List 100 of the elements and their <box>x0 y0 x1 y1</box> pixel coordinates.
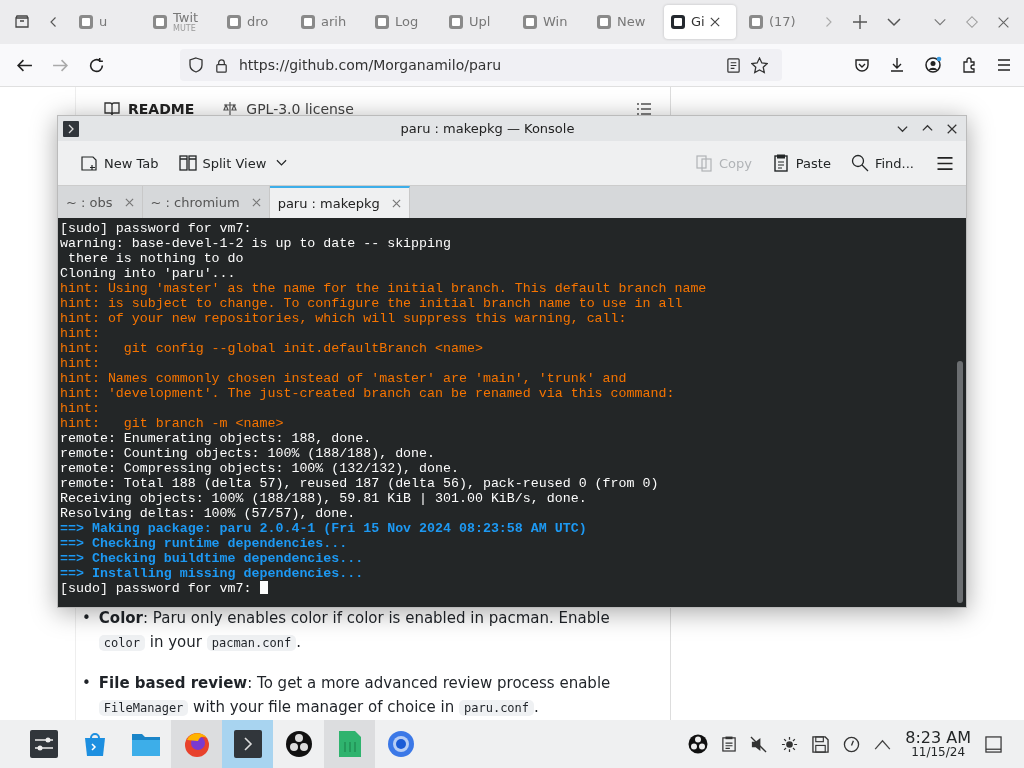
terminal-line: [sudo] password for vm7: <box>60 221 252 236</box>
muted-speaker-icon[interactable] <box>750 735 768 753</box>
favicon-icon <box>670 14 686 30</box>
terminal-line: ==> Installing missing dependencies... <box>60 566 364 581</box>
caret-icon <box>276 159 288 167</box>
terminal-line: hint: git config --global init.defaultBranch <name> <box>60 341 483 356</box>
terminal-line: there is nothing to do <box>66 251 244 266</box>
book-icon <box>104 101 120 117</box>
shield-icon[interactable] <box>188 57 204 73</box>
terminal-line: [sudo] password for vm7: <box>60 581 252 596</box>
terminal-line: ==> Checking runtime dependencies... <box>60 536 348 551</box>
pocket-icon[interactable] <box>854 57 870 73</box>
address-bar[interactable]: https://github.com/Morganamilo/paru <box>180 49 782 81</box>
menu-icon[interactable] <box>996 57 1012 73</box>
favicon-icon <box>596 14 612 30</box>
clock-date: 11/15/24 <box>911 746 966 758</box>
terminal-line: hint: of your new repositories, which will suppress this warning, call: <box>60 311 627 326</box>
new-tab-button[interactable]: New Tab <box>72 150 167 176</box>
bullet-text: File based review: To get a more advanced review process enable FileManager with your file manager of choice in paru.conf . <box>98 673 612 718</box>
gauge-icon[interactable] <box>843 735 861 753</box>
extensions-icon[interactable] <box>961 57 977 73</box>
terminal-line: Resolving deltas: 100% (57/57), done. <box>60 506 356 521</box>
close-icon[interactable] <box>946 122 958 135</box>
reader-view-icon[interactable] <box>726 57 741 73</box>
show-desktop-icon[interactable] <box>985 735 1002 753</box>
search-icon <box>850 154 869 172</box>
terminal-line: hint: <box>60 356 100 371</box>
browser-tab[interactable]: (17) <box>742 5 810 39</box>
new-tab-icon[interactable] <box>852 14 868 30</box>
browser-tab[interactable]: Gi <box>664 5 736 39</box>
browser-tab[interactable]: u <box>72 5 140 39</box>
taskbar-button[interactable] <box>222 720 273 768</box>
favicon-icon <box>78 14 94 30</box>
close-icon[interactable] <box>997 15 1010 29</box>
terminal-line: hint: Using 'master' as the name for the initial branch. This default branch name <box>60 281 707 296</box>
browser-tab[interactable]: Log <box>368 5 436 39</box>
outline-icon[interactable] <box>636 101 652 117</box>
terminal-tab[interactable]: paru : makepkg <box>269 186 410 218</box>
favicon-icon <box>522 14 538 30</box>
window-title: paru : makepkg — Konsole <box>399 121 576 136</box>
star-icon[interactable] <box>751 56 768 74</box>
terminal-line: hint: Names commonly chosen instead of 'master' are 'main', 'trunk' and <box>60 371 627 386</box>
expand-tray-icon[interactable] <box>874 738 892 750</box>
split-view-icon <box>178 154 197 172</box>
terminal-line: remote: Enumerating objects: 188, done. <box>60 431 372 446</box>
terminal-line: hint: is subject to change. To configure the initial branch name to use in all <box>60 296 683 311</box>
close-icon[interactable] <box>709 17 720 27</box>
bullet-text: Color: Paru only enables color if color is enabled in pacman. Enable color in your pacman.conf . <box>98 608 611 653</box>
bullet-marker: • <box>82 673 91 694</box>
favicon-icon <box>374 14 390 30</box>
browser-tab[interactable]: New <box>590 5 658 39</box>
clock[interactable]: 8:23 AM 11/15/24 <box>905 730 971 758</box>
scale-icon <box>222 101 239 117</box>
browser-tab[interactable]: Twit MUTE <box>146 5 214 39</box>
terminal-line: hint: <box>60 401 100 416</box>
readme-tab[interactable]: README <box>128 101 195 117</box>
find-button[interactable]: Find... <box>842 150 922 176</box>
terminal-line: Receiving objects: 100% (188/188), 59.81 KiB | 301.00 KiB/s, done. <box>60 491 587 506</box>
scrollbar-thumb[interactable] <box>957 361 963 603</box>
download-icon[interactable] <box>889 57 905 73</box>
spreadsheet-icon <box>337 730 362 758</box>
favicon-icon <box>748 14 764 30</box>
terminal-line: warning: base-devel-1-2 is up to date -- skipping <box>60 236 451 251</box>
clipboard-icon[interactable] <box>722 736 737 752</box>
ring-icon <box>386 730 415 758</box>
url-text: https://github.com/Morganamilo/paru <box>239 57 501 73</box>
favicon-icon <box>300 14 316 30</box>
menu-icon[interactable] <box>936 155 954 171</box>
terminal-icon <box>63 120 79 137</box>
terminal-line: remote: Total 188 (delta 57), reused 187 (delta 56), pack-reused 0 (from 0) <box>60 476 659 491</box>
favicon-icon <box>448 14 464 30</box>
split-button[interactable]: Split View <box>170 150 296 176</box>
terminal-icon <box>233 730 262 758</box>
tab-list-icon[interactable] <box>14 14 30 30</box>
sliders-icon <box>29 730 58 758</box>
new-tab-icon <box>80 154 98 172</box>
license-link[interactable]: GPL-3.0 license <box>246 101 354 117</box>
clipboard-icon <box>771 154 790 172</box>
paste-button[interactable]: Paste <box>763 150 839 176</box>
terminal-line: hint: git branch -m <name> <box>60 416 284 431</box>
clock-time: 8:23 AM <box>905 730 971 746</box>
terminal-line: ==> Making package: paru 2.0.4-1 (Fri 15 Nov 2024 08:23:58 AM UTC) <box>60 521 587 536</box>
aperture-icon[interactable] <box>688 734 709 754</box>
terminal-line: ==> Checking buildtime dependencies... <box>60 551 364 566</box>
favicon-icon <box>152 14 168 30</box>
browser-tab[interactable]: Win <box>516 5 584 39</box>
browser-tab[interactable]: Upl <box>442 5 510 39</box>
globe-icon <box>182 730 211 758</box>
lock-icon[interactable] <box>214 57 229 73</box>
brightness-icon[interactable] <box>781 735 799 753</box>
terminal-line: Cloning into 'paru'... <box>60 266 236 281</box>
terminal-line: remote: Counting objects: 100% (188/188), done. <box>60 446 436 461</box>
browser-tab[interactable]: arih <box>294 5 362 39</box>
account-icon[interactable] <box>924 56 942 74</box>
reload-icon[interactable] <box>88 56 105 74</box>
aperture-icon <box>284 730 313 758</box>
terminal-line: hint: 'development'. The just-created branch can be renamed via this command: <box>60 386 675 401</box>
browser-tab[interactable]: dro <box>220 5 288 39</box>
favicon-icon <box>226 14 242 30</box>
copy-icon <box>694 154 713 172</box>
